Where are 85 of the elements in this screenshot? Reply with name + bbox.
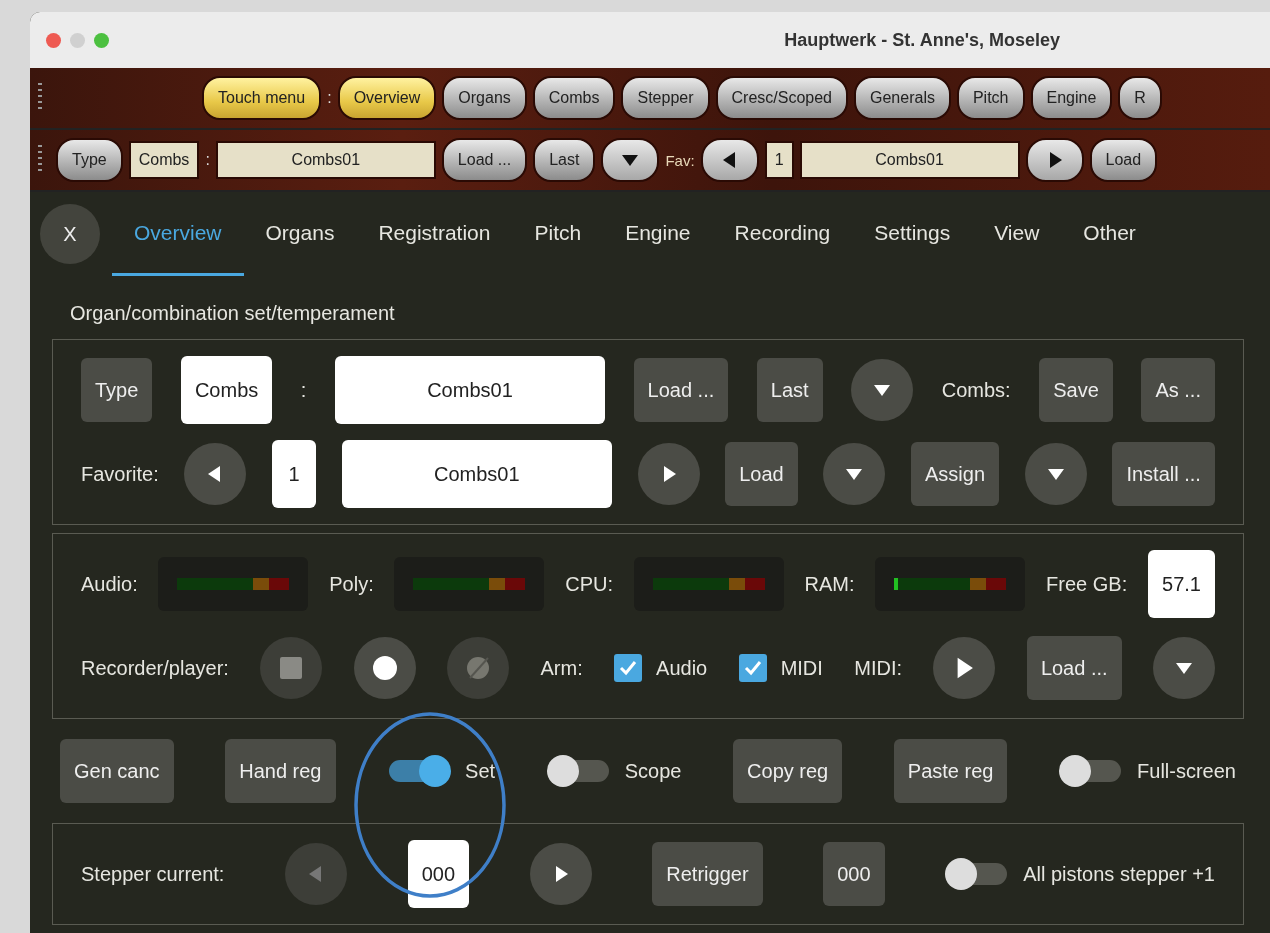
disabled-circle-icon — [465, 655, 492, 681]
button[interactable]: Paste reg — [893, 739, 1008, 803]
toolbar-field[interactable]: Combs — [128, 141, 200, 180]
toolbar-button[interactable]: R — [1118, 76, 1162, 121]
field-label: Free GB: — [1046, 572, 1128, 596]
field-label: Combs: — [941, 378, 1011, 402]
window-title: Hauptwerk - St. Anne's, Moseley — [784, 29, 1060, 51]
toolbar-button[interactable]: Overview — [337, 76, 437, 121]
tab[interactable]: Recording — [712, 192, 853, 276]
tab[interactable]: Other — [1061, 192, 1158, 276]
toolbar-field[interactable]: Combs01 — [215, 141, 436, 180]
button[interactable]: 000 — [823, 842, 885, 906]
button[interactable]: Copy reg — [733, 739, 843, 803]
stop-icon — [280, 657, 303, 679]
toolbar-field[interactable]: 1 — [764, 141, 794, 180]
field-label: Poly: — [329, 572, 374, 596]
text-field[interactable]: 57.1 — [1148, 550, 1215, 618]
toggle-label: All pistons stepper +1 — [1023, 862, 1215, 886]
toggle-switch[interactable] — [387, 755, 452, 787]
text-field[interactable]: Combs — [180, 356, 273, 424]
checkbox[interactable] — [738, 654, 767, 682]
toolbar-button[interactable]: Stepper — [621, 76, 710, 121]
tab[interactable]: Engine — [603, 192, 713, 276]
toolbar-button[interactable]: Load ... — [441, 138, 528, 183]
check-icon — [742, 658, 763, 678]
tab[interactable]: Organs — [243, 192, 357, 276]
toggle-switch[interactable] — [546, 755, 611, 787]
previous-button[interactable] — [700, 138, 759, 183]
toolbar-button[interactable]: Combs — [532, 76, 616, 121]
field-label: MIDI: — [854, 656, 903, 680]
toolbar-field[interactable]: Combs01 — [799, 141, 1020, 180]
toolbar-button[interactable]: Generals — [854, 76, 951, 121]
check-icon — [618, 658, 639, 678]
close-button[interactable]: X — [40, 204, 100, 264]
next-button[interactable] — [1025, 138, 1084, 183]
field-label: RAM: — [804, 572, 855, 596]
button[interactable]: Install ... — [1112, 442, 1215, 506]
button[interactable]: Assign — [911, 442, 1000, 506]
field-label: Audio: — [81, 572, 138, 596]
text-field[interactable]: 1 — [272, 440, 317, 508]
toolbar-button[interactable]: Last — [533, 138, 596, 183]
close-window-icon[interactable] — [46, 32, 61, 48]
tab[interactable]: Pitch — [512, 192, 604, 276]
field-label: Recorder/player: — [81, 656, 229, 680]
button[interactable]: Load ... — [1026, 636, 1122, 700]
button[interactable]: Gen canc — [60, 739, 174, 803]
button[interactable]: Load — [725, 442, 798, 506]
field-label: Arm: — [540, 656, 583, 680]
toolbar-label: Fav: — [665, 151, 695, 169]
toggle-label: Scope — [624, 759, 682, 783]
button[interactable]: As ... — [1141, 358, 1215, 422]
tab[interactable]: View — [972, 192, 1062, 276]
toggle-label: Set — [465, 759, 496, 783]
toolbar-button[interactable]: Pitch — [956, 76, 1025, 121]
checkbox[interactable] — [614, 654, 643, 682]
field-label: CPU: — [565, 572, 614, 596]
tab[interactable]: Registration — [356, 192, 513, 276]
toolbar-button[interactable]: Engine — [1030, 76, 1113, 121]
toolbar-button[interactable]: Touch menu — [202, 76, 322, 121]
button[interactable]: Hand reg — [225, 739, 336, 803]
button[interactable]: Last — [756, 358, 823, 422]
button[interactable]: Type — [81, 358, 153, 422]
tab[interactable]: Overview — [112, 192, 244, 276]
toolbar-button[interactable]: Type — [56, 138, 123, 183]
button[interactable]: Save — [1039, 358, 1113, 422]
dropdown-button[interactable] — [601, 138, 660, 183]
tab[interactable]: Settings — [852, 192, 973, 276]
separator-colon: : — [327, 89, 332, 108]
separator-colon: : — [300, 378, 307, 402]
field-label: Stepper current: — [81, 862, 225, 886]
section-title: Organ/combination set/temperament — [69, 301, 396, 326]
button[interactable]: Retrigger — [652, 842, 763, 906]
toolbar-button[interactable]: Cresc/Scoped — [715, 76, 848, 121]
toggle-label: Full-screen — [1137, 759, 1236, 783]
checkbox-label: MIDI — [780, 656, 823, 680]
text-field[interactable]: Combs01 — [334, 356, 605, 424]
text-field[interactable]: 000 — [407, 840, 470, 908]
toolbar-button[interactable]: Load — [1089, 138, 1158, 183]
field-label: Favorite: — [81, 462, 159, 486]
checkbox-label: Audio — [656, 656, 708, 680]
record-icon — [372, 656, 397, 680]
button[interactable]: Load ... — [633, 358, 729, 422]
toolbar-button[interactable]: Organs — [442, 76, 527, 121]
text-field[interactable]: Combs01 — [341, 440, 612, 508]
separator-colon: : — [205, 151, 210, 170]
